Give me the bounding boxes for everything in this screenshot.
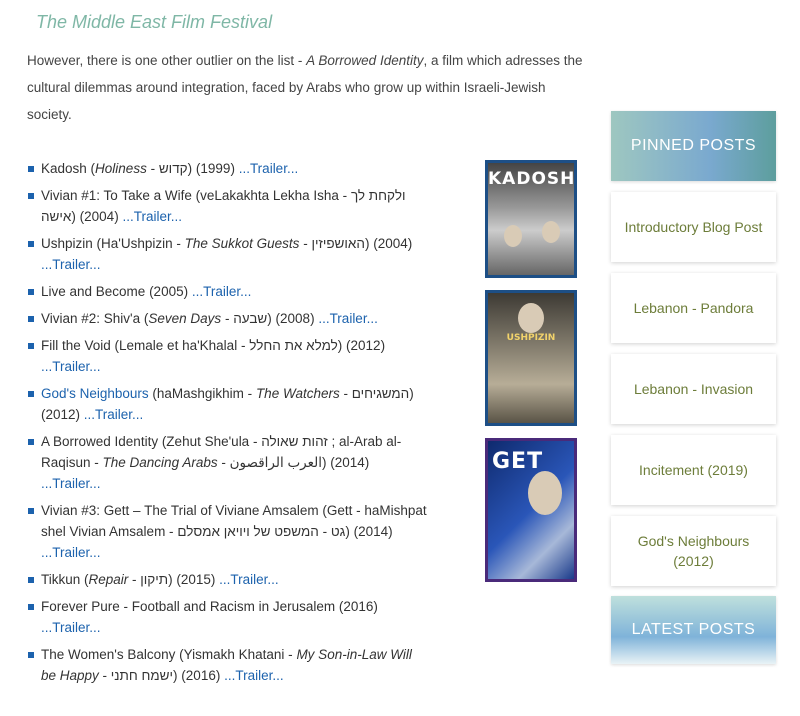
- intro-paragraph: However, there is one other outlier on t…: [27, 53, 583, 122]
- list-item: Forever Pure - Football and Racism in Je…: [27, 596, 427, 638]
- list-item: Ushpizin (Ha'Ushpizin - The Sukkot Guest…: [27, 233, 427, 275]
- list-item: The Women's Balcony (Yismakh Khatani - M…: [27, 644, 427, 686]
- figure-shape: [518, 303, 544, 333]
- gods-neighbours-link[interactable]: God's Neighbours: [41, 386, 149, 401]
- gett-poster[interactable]: GET: [485, 438, 577, 582]
- pinned-post-lebanon-invasion[interactable]: Lebanon - Invasion: [611, 354, 776, 424]
- list-item: God's Neighbours (haMashgikhim - The Wat…: [27, 383, 427, 425]
- trailer-link[interactable]: ...Trailer...: [84, 407, 144, 422]
- sidebar: PINNED POSTS Introductory Blog Post Leba…: [611, 111, 776, 664]
- pinned-post-incitement[interactable]: Incitement (2019): [611, 435, 776, 505]
- figure-shape: [504, 225, 522, 247]
- poster-title: USHPIZIN: [506, 333, 556, 343]
- trailer-link[interactable]: ...Trailer...: [239, 161, 299, 176]
- list-item: Fill the Void (Lemale et ha'Khalal - למל…: [27, 335, 427, 377]
- trailer-link[interactable]: ...Trailer...: [41, 545, 101, 560]
- latest-posts-heading: LATEST POSTS: [611, 596, 776, 664]
- trailer-link[interactable]: ...Trailer...: [41, 476, 101, 491]
- site-title[interactable]: The Middle East Film Festival: [36, 12, 272, 33]
- film-list: Kadosh (Holiness - קדוש) (1999) ...Trail…: [27, 158, 427, 692]
- kadosh-poster[interactable]: KADOSH: [485, 160, 577, 278]
- trailer-link[interactable]: ...Trailer...: [318, 311, 378, 326]
- figure-shape: [528, 471, 562, 515]
- list-item: Vivian #2: Shiv'a (Seven Days - שבעה) (2…: [27, 308, 427, 329]
- figure-shape: [542, 221, 560, 243]
- pinned-posts-heading: PINNED POSTS: [611, 111, 776, 181]
- trailer-link[interactable]: ...Trailer...: [192, 284, 252, 299]
- pinned-post-lebanon-pandora[interactable]: Lebanon - Pandora: [611, 273, 776, 343]
- poster-title: KADOSH: [488, 169, 576, 189]
- ushpizin-poster[interactable]: USHPIZIN: [485, 290, 577, 426]
- pinned-post-gods-neighbours[interactable]: God's Neighbours (2012): [611, 516, 776, 586]
- trailer-link[interactable]: ...Trailer...: [219, 572, 279, 587]
- trailer-link[interactable]: ...Trailer...: [41, 257, 101, 272]
- trailer-link[interactable]: ...Trailer...: [41, 620, 101, 635]
- list-item: Tikkun (Repair - תיקון) (2015) ...Traile…: [27, 569, 427, 590]
- list-item: Vivian #1: To Take a Wife (veLakakhta Le…: [27, 185, 427, 227]
- list-item: Vivian #3: Gett – The Trial of Viviane A…: [27, 500, 427, 563]
- trailer-link[interactable]: ...Trailer...: [41, 359, 101, 374]
- pinned-post-introductory-blog-post[interactable]: Introductory Blog Post: [611, 192, 776, 262]
- list-item: A Borrowed Identity (Zehut She'ula - זהו…: [27, 431, 427, 494]
- trailer-link[interactable]: ...Trailer...: [122, 209, 182, 224]
- list-item: Live and Become (2005) ...Trailer...: [27, 281, 427, 302]
- trailer-link[interactable]: ...Trailer...: [224, 668, 284, 683]
- list-item: Kadosh (Holiness - קדוש) (1999) ...Trail…: [27, 158, 427, 179]
- poster-title: GET: [492, 449, 544, 474]
- intro-film-title: A Borrowed Identity: [306, 53, 424, 68]
